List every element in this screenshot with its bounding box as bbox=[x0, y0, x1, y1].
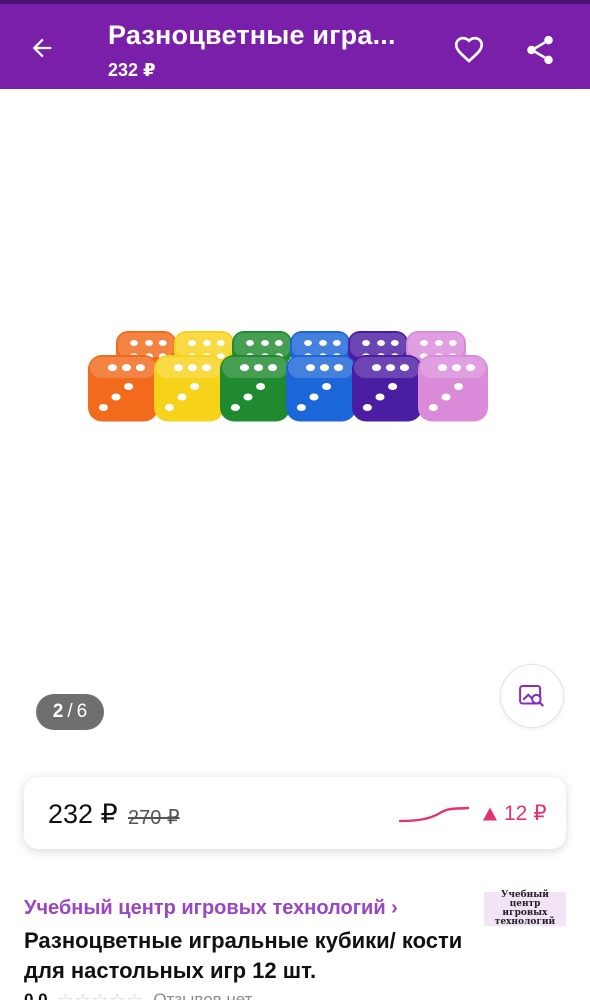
price-change: 12 ₽ bbox=[482, 801, 547, 826]
die bbox=[154, 355, 224, 422]
gallery-total: 6 bbox=[76, 701, 88, 722]
product-image bbox=[88, 331, 488, 422]
image-search-icon bbox=[519, 685, 545, 707]
app-header: Разноцветные игра... 232 ₽ bbox=[0, 0, 590, 89]
rating-value: 0,0 bbox=[24, 990, 48, 1000]
die bbox=[418, 355, 488, 422]
product-gallery[interactable]: 2 / 6 bbox=[0, 89, 590, 749]
die bbox=[286, 355, 356, 422]
seller-link[interactable]: Учебный центр игровых технологий › bbox=[24, 897, 398, 920]
gallery-counter: 2 / 6 bbox=[36, 694, 104, 730]
share-icon bbox=[527, 35, 553, 65]
die bbox=[352, 355, 422, 422]
price-trend-line bbox=[398, 806, 470, 823]
seller-logo[interactable]: Учебный центр игровых технологий bbox=[484, 891, 566, 927]
triangle-up-icon bbox=[483, 807, 497, 820]
page-title: Разноцветные игра... bbox=[108, 20, 396, 50]
share-button[interactable] bbox=[520, 30, 560, 70]
current-price: 232 ₽ bbox=[48, 799, 118, 829]
header-price: 232 ₽ bbox=[108, 60, 156, 80]
rating-stars: ☆☆☆☆☆ bbox=[57, 989, 144, 1000]
old-price: 270 ₽ bbox=[128, 807, 180, 829]
gallery-separator: / bbox=[67, 701, 73, 722]
favorite-button[interactable] bbox=[450, 30, 488, 68]
image-search-button[interactable] bbox=[500, 664, 564, 728]
heart-icon bbox=[454, 36, 484, 63]
seller-logo-line: технологий bbox=[494, 917, 556, 927]
back-button[interactable] bbox=[24, 30, 60, 66]
rating-row[interactable]: 0,0 ☆☆☆☆☆ Отзывов нет bbox=[24, 988, 252, 1000]
arrow-left-icon bbox=[32, 38, 52, 58]
die bbox=[220, 355, 290, 422]
price-change-value: 12 ₽ bbox=[504, 802, 547, 825]
product-name: Разноцветные игральные кубики/ кости для… bbox=[24, 928, 463, 983]
gallery-current: 2 bbox=[52, 701, 64, 722]
die bbox=[88, 355, 158, 422]
price-card[interactable]: 232 ₽ 270 ₽ 12 ₽ bbox=[24, 777, 566, 849]
reviews-count: Отзывов нет bbox=[153, 990, 253, 1000]
